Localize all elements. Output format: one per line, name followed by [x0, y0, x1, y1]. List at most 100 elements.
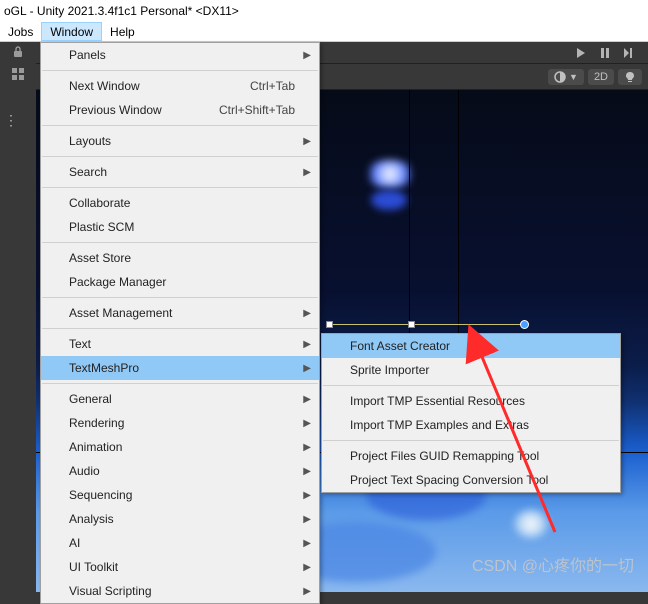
menu-item-asset-store[interactable]: Asset Store [41, 246, 319, 270]
menu-item-label: Project Files GUID Remapping Tool [350, 449, 539, 463]
gizmo-handle[interactable] [326, 321, 333, 328]
play-button[interactable] [570, 44, 592, 62]
menu-item-project-files-guid-remapping-tool[interactable]: Project Files GUID Remapping Tool [322, 444, 620, 468]
menu-separator [42, 187, 318, 188]
menu-item-import-tmp-essential-resources[interactable]: Import TMP Essential Resources [322, 389, 620, 413]
menu-item-shortcut: Ctrl+Tab [250, 79, 295, 93]
menu-item-label: Previous Window [69, 103, 162, 117]
submenu-arrow-icon: ▶ [303, 394, 311, 405]
submenu-arrow-icon: ▶ [303, 308, 311, 319]
menu-item-panels[interactable]: Panels ▶ [41, 43, 319, 67]
grid-icon[interactable] [11, 67, 25, 84]
lighting-toggle[interactable] [618, 69, 642, 85]
submenu-arrow-icon: ▶ [303, 136, 311, 147]
menu-item-project-text-spacing-conversion-tool[interactable]: Project Text Spacing Conversion Tool [322, 468, 620, 492]
scene-decor [371, 190, 407, 210]
menu-item-label: Font Asset Creator [350, 339, 450, 353]
menu-item-import-tmp-examples-and-extras[interactable]: Import TMP Examples and Extras [322, 413, 620, 437]
menu-separator [42, 156, 318, 157]
menu-item-label: Next Window [69, 79, 140, 93]
submenu-arrow-icon: ▶ [303, 418, 311, 429]
menu-item-label: Plastic SCM [69, 220, 134, 234]
title-text: oGL - Unity 2021.3.4f1c1 Personal* <DX11… [4, 4, 239, 18]
menu-item-sprite-importer[interactable]: Sprite Importer [322, 358, 620, 382]
submenu-arrow-icon: ▶ [303, 363, 311, 374]
menu-item-layouts[interactable]: Layouts ▶ [41, 129, 319, 153]
menu-window[interactable]: Window [41, 22, 102, 41]
submenu-arrow-icon: ▶ [303, 514, 311, 525]
menu-separator [42, 297, 318, 298]
menu-separator [323, 440, 619, 441]
menu-item-label: Text [69, 337, 91, 351]
submenu-arrow-icon: ▶ [303, 586, 311, 597]
menu-item-search[interactable]: Search ▶ [41, 160, 319, 184]
window-dropdown: Panels ▶ Next Window Ctrl+Tab Previous Windo… [40, 42, 320, 604]
menubar: Jobs Window Help [0, 22, 648, 42]
menu-item-label: Import TMP Essential Resources [350, 394, 525, 408]
menu-item-previous-window[interactable]: Previous Window Ctrl+Shift+Tab [41, 98, 319, 122]
menu-item-package-manager[interactable]: Package Manager [41, 270, 319, 294]
menu-item-label: Panels [69, 48, 106, 62]
rect-gizmo[interactable] [328, 324, 528, 325]
menu-item-label: Package Manager [69, 275, 166, 289]
overflow-dots-icon[interactable]: ⋮ [4, 112, 20, 129]
menu-separator [42, 383, 318, 384]
gizmo-handle[interactable] [520, 320, 529, 329]
menu-item-shortcut: Ctrl+Shift+Tab [219, 103, 295, 117]
menu-item-rendering[interactable]: Rendering ▶ [41, 411, 319, 435]
watermark: CSDN @心疼你的一切 [472, 552, 634, 576]
menu-item-font-asset-creator[interactable]: Font Asset Creator [322, 334, 620, 358]
textmeshpro-submenu: Font Asset Creator Sprite Importer Import … [321, 333, 621, 493]
menu-item-label: TextMeshPro [69, 361, 139, 375]
menu-item-label: Analysis [69, 512, 114, 526]
step-button[interactable] [618, 44, 640, 62]
scene-decor [514, 510, 548, 538]
pause-button[interactable] [594, 44, 616, 62]
menu-item-label: Collaborate [69, 196, 130, 210]
submenu-arrow-icon: ▶ [303, 466, 311, 477]
menu-item-ui-toolkit[interactable]: UI Toolkit ▶ [41, 555, 319, 579]
menu-item-visual-scripting[interactable]: Visual Scripting ▶ [41, 579, 319, 603]
submenu-arrow-icon: ▶ [303, 167, 311, 178]
menu-separator [42, 70, 318, 71]
menu-item-label: Rendering [69, 416, 124, 430]
menu-item-text[interactable]: Text▶ [41, 332, 319, 356]
menu-item-next-window[interactable]: Next Window Ctrl+Tab [41, 74, 319, 98]
menu-item-label: Asset Management [69, 306, 172, 320]
menu-item-label: General [69, 392, 112, 406]
menu-separator [42, 328, 318, 329]
menu-item-label: Visual Scripting [69, 584, 152, 598]
menu-item-collaborate[interactable]: Collaborate [41, 191, 319, 215]
menu-jobs[interactable]: Jobs [0, 22, 41, 41]
menu-item-sequencing[interactable]: Sequencing▶ [41, 483, 319, 507]
menu-item-analysis[interactable]: Analysis ▶ [41, 507, 319, 531]
menu-item-audio[interactable]: Audio ▶ [41, 459, 319, 483]
menu-item-label: UI Toolkit [69, 560, 118, 574]
submenu-arrow-icon: ▶ [303, 538, 311, 549]
menu-item-general[interactable]: General ▶ [41, 387, 319, 411]
menu-item-label: Project Text Spacing Conversion Tool [350, 473, 548, 487]
menu-item-label: Audio [69, 464, 100, 478]
menu-item-animation[interactable]: Animation▶ [41, 435, 319, 459]
menu-item-plastic-scm[interactable]: Plastic SCM [41, 215, 319, 239]
menu-item-label: Asset Store [69, 251, 131, 265]
menu-item-label: Layouts [69, 134, 111, 148]
shading-dropdown[interactable]: ▼ [548, 69, 584, 85]
menu-item-label: Sprite Importer [350, 363, 429, 377]
menu-separator [42, 125, 318, 126]
menu-item-label: AI [69, 536, 80, 550]
submenu-arrow-icon: ▶ [303, 50, 311, 61]
menu-separator [42, 242, 318, 243]
gizmo-handle[interactable] [408, 321, 415, 328]
menu-item-asset-management[interactable]: Asset Management ▶ [41, 301, 319, 325]
menu-item-ai[interactable]: AI ▶ [41, 531, 319, 555]
submenu-arrow-icon: ▶ [303, 562, 311, 573]
menu-item-label: Search [69, 165, 107, 179]
menu-item-label: Sequencing [69, 488, 132, 502]
scene-decor [366, 160, 414, 188]
2d-toggle[interactable]: 2D [588, 69, 614, 85]
lock-icon[interactable] [12, 46, 24, 61]
menu-item-label: Import TMP Examples and Extras [350, 418, 529, 432]
menu-help[interactable]: Help [102, 22, 143, 41]
menu-item-textmeshpro[interactable]: TextMeshPro ▶ [41, 356, 319, 380]
